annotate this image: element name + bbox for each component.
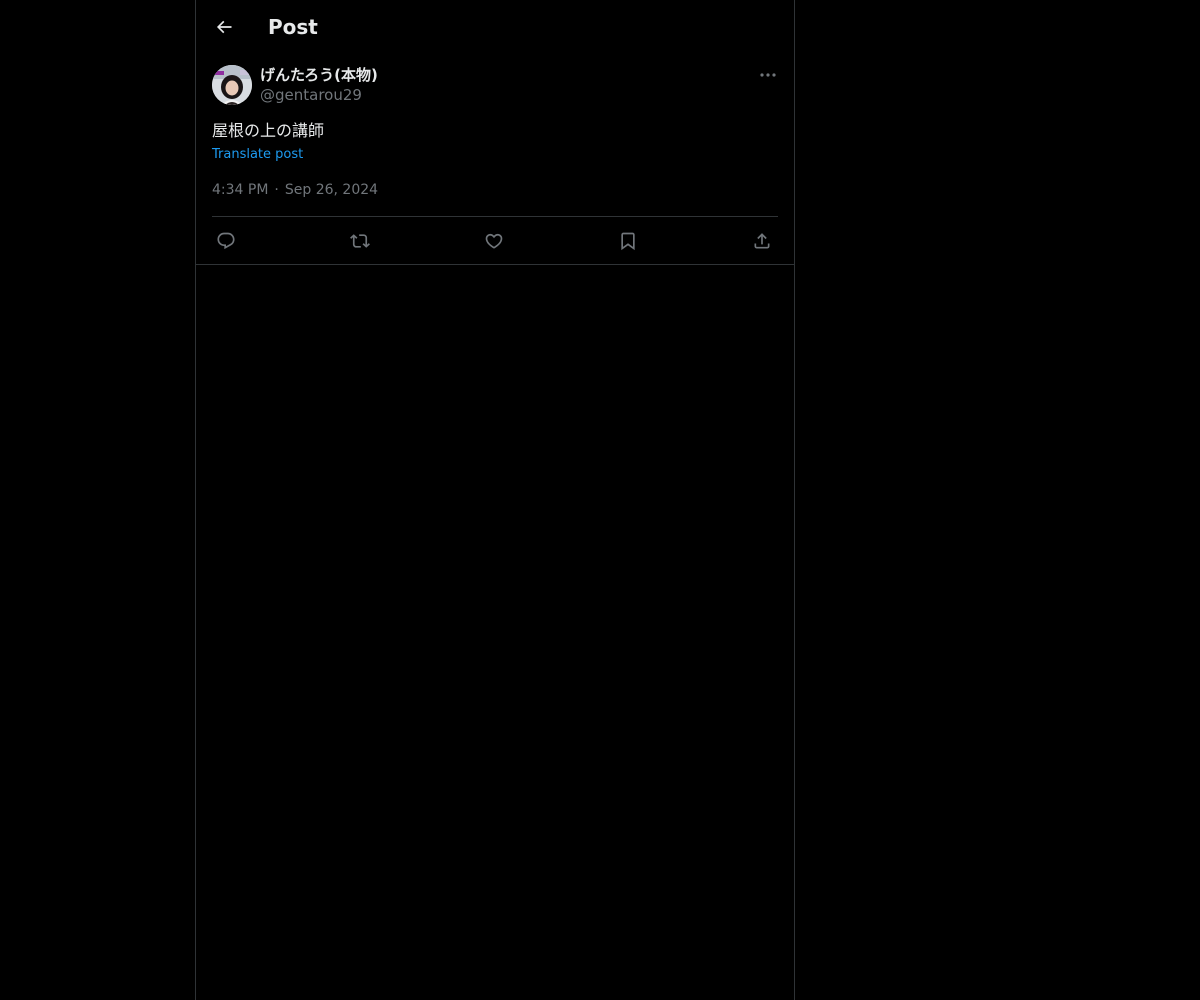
avatar-photo [212, 65, 252, 105]
arrow-left-icon [214, 17, 234, 37]
author-name[interactable]: げんたろう(本物) [260, 65, 378, 85]
bookmark-icon [618, 231, 638, 251]
post-date[interactable]: Sep 26, 2024 [285, 180, 378, 200]
post-detail: げんたろう(本物) @gentarou29 屋根の上の講師 Translate … [196, 53, 794, 265]
share-button[interactable] [748, 227, 776, 255]
repost-button[interactable] [346, 227, 374, 255]
top-bar: Post [196, 0, 794, 53]
like-icon [484, 231, 504, 251]
main-column: Post げんたろう(本物) @gentarou29 屋根の上の講師 Trans… [195, 0, 795, 1000]
author-handle[interactable]: @gentarou29 [260, 85, 362, 105]
translate-post-link[interactable]: Translate post [212, 146, 303, 164]
page-title: Post [268, 15, 318, 39]
action-bar [212, 227, 778, 255]
meta-separator: · [274, 182, 279, 198]
reply-button[interactable] [212, 227, 240, 255]
post-time[interactable]: 4:34 PM [212, 180, 268, 200]
back-button[interactable] [210, 13, 238, 41]
repost-icon [350, 231, 370, 251]
reply-icon [216, 231, 236, 251]
share-icon [752, 231, 772, 251]
post-text: 屋根の上の講師 [212, 121, 325, 140]
bookmark-button[interactable] [614, 227, 642, 255]
like-button[interactable] [480, 227, 508, 255]
more-options-button[interactable] [756, 65, 780, 85]
divider [212, 216, 778, 217]
avatar[interactable] [212, 65, 252, 105]
more-horizontal-icon [760, 73, 776, 77]
post-timestamp: 4:34 PM · Sep 26, 2024 [212, 180, 378, 200]
